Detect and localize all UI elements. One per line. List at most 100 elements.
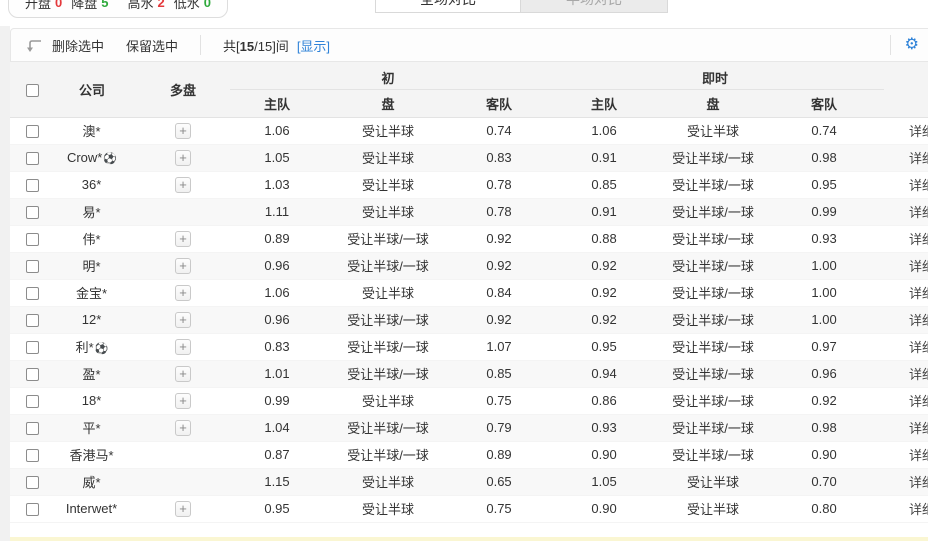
- expand-button[interactable]: +: [175, 123, 191, 139]
- detail-link[interactable]: 详细: [909, 394, 928, 409]
- company-name: 威*: [82, 475, 100, 490]
- live-handicap: 受让半球/一球: [662, 279, 764, 306]
- live-handicap: 受让半球: [662, 117, 764, 144]
- detail-link[interactable]: 详细: [909, 178, 928, 193]
- open-home-odds: 1.01: [230, 360, 324, 387]
- row-checkbox[interactable]: [26, 287, 39, 300]
- detail-link[interactable]: 详细: [909, 151, 928, 166]
- open-away-odds: 0.75: [452, 495, 546, 522]
- expand-button[interactable]: +: [175, 393, 191, 409]
- delete-selected-button[interactable]: 删除选中: [52, 36, 104, 55]
- row-checkbox[interactable]: [26, 152, 39, 165]
- detail-link[interactable]: 详细: [909, 232, 928, 247]
- expand-button[interactable]: +: [175, 231, 191, 247]
- open-handicap: 受让半球: [324, 171, 452, 198]
- expand-button[interactable]: +: [175, 258, 191, 274]
- live-away-odds: 0.98: [764, 144, 884, 171]
- expand-button[interactable]: +: [175, 312, 191, 328]
- expand-button[interactable]: +: [175, 366, 191, 382]
- detail-link[interactable]: 详细: [909, 421, 928, 436]
- live-home-odds: 0.93: [546, 414, 662, 441]
- table-row: 威* 1.15 受让半球 0.65 1.05 受让半球 0.70 详细: [10, 468, 928, 495]
- company-name: 香港马*: [69, 448, 113, 463]
- detail-link[interactable]: 详细: [909, 340, 928, 355]
- row-checkbox[interactable]: [26, 476, 39, 489]
- live-handicap: 受让半球/一球: [662, 144, 764, 171]
- live-away-odds: 0.98: [764, 414, 884, 441]
- row-checkbox[interactable]: [26, 395, 39, 408]
- detail-link[interactable]: 详细: [909, 475, 928, 490]
- toolbar-divider: [200, 35, 201, 55]
- stat-value: 0: [204, 0, 211, 10]
- live-home-odds: 0.86: [546, 387, 662, 414]
- settings-gear-icon[interactable]: ⚙: [905, 37, 919, 53]
- open-away-odds: 0.92: [452, 225, 546, 252]
- tab-full-match-compare[interactable]: 全场对比: [375, 0, 520, 13]
- live-away-odds: 0.90: [764, 441, 884, 468]
- open-handicap: 受让半球: [324, 387, 452, 414]
- live-away-odds: 1.00: [764, 306, 884, 333]
- open-home-odds: 1.06: [230, 117, 324, 144]
- table-row: 易* 1.11 受让半球 0.78 0.91 受让半球/一球 0.99 详细: [10, 198, 928, 225]
- row-checkbox[interactable]: [26, 341, 39, 354]
- open-home-odds: 1.15: [230, 468, 324, 495]
- header-open-home: 主队: [230, 89, 324, 117]
- keep-selected-button[interactable]: 保留选中: [126, 36, 178, 55]
- open-handicap: 受让半球: [324, 117, 452, 144]
- expand-button[interactable]: +: [175, 150, 191, 166]
- company-name: 18*: [82, 393, 102, 408]
- expand-button[interactable]: +: [175, 177, 191, 193]
- row-checkbox[interactable]: [26, 422, 39, 435]
- table-row: 伟* + 0.89 受让半球/一球 0.92 0.88 受让半球/一球 0.93…: [10, 225, 928, 252]
- row-checkbox[interactable]: [26, 260, 39, 273]
- tab-half-match-compare[interactable]: 半场对比: [520, 0, 668, 13]
- detail-link[interactable]: 详细: [909, 367, 928, 382]
- open-handicap: 受让半球/一球: [324, 225, 452, 252]
- header-multi: 多盘: [136, 62, 230, 117]
- live-away-odds: 0.74: [764, 117, 884, 144]
- live-home-odds: 0.90: [546, 495, 662, 522]
- live-home-odds: 1.06: [546, 117, 662, 144]
- detail-link[interactable]: 详细: [909, 124, 928, 139]
- row-checkbox[interactable]: [26, 206, 39, 219]
- header-live-away: 客队: [764, 89, 884, 117]
- row-checkbox[interactable]: [26, 179, 39, 192]
- select-all-checkbox[interactable]: [26, 84, 39, 97]
- row-checkbox[interactable]: [26, 233, 39, 246]
- detail-link[interactable]: 详细: [909, 313, 928, 328]
- detail-link[interactable]: 详细: [909, 259, 928, 274]
- table-row: 盈* + 1.01 受让半球/一球 0.85 0.94 受让半球/一球 0.96…: [10, 360, 928, 387]
- expand-button[interactable]: +: [175, 501, 191, 517]
- row-checkbox[interactable]: [26, 125, 39, 138]
- live-away-odds: 0.92: [764, 387, 884, 414]
- live-handicap: 受让半球/一球: [662, 387, 764, 414]
- table-row: 12* + 0.96 受让半球/一球 0.92 0.92 受让半球/一球 1.0…: [10, 306, 928, 333]
- live-away-odds: 0.99: [764, 198, 884, 225]
- company-name: 盈*: [82, 367, 100, 382]
- row-checkbox[interactable]: [26, 503, 39, 516]
- row-checkbox[interactable]: [26, 449, 39, 462]
- table-row: 澳* + 1.06 受让半球 0.74 1.06 受让半球 0.74 详细: [10, 117, 928, 144]
- live-handicap: 受让半球/一球: [662, 225, 764, 252]
- stat-label: 升盘: [25, 0, 51, 12]
- detail-link[interactable]: 详细: [909, 448, 928, 463]
- open-away-odds: 0.78: [452, 171, 546, 198]
- live-home-odds: 0.91: [546, 144, 662, 171]
- company-name: 易*: [82, 205, 100, 220]
- open-handicap: 受让半球/一球: [324, 306, 452, 333]
- expand-button[interactable]: +: [175, 420, 191, 436]
- row-checkbox[interactable]: [26, 368, 39, 381]
- open-away-odds: 0.79: [452, 414, 546, 441]
- detail-link[interactable]: 详细: [909, 502, 928, 517]
- live-handicap: 受让半球/一球: [662, 360, 764, 387]
- live-home-odds: 0.91: [546, 198, 662, 225]
- detail-link[interactable]: 详细: [909, 205, 928, 220]
- expand-button[interactable]: +: [175, 339, 191, 355]
- detail-link[interactable]: 详细: [909, 286, 928, 301]
- row-checkbox[interactable]: [26, 314, 39, 327]
- match-period-tabs: 全场对比 半场对比: [375, 0, 668, 13]
- show-link[interactable]: [显示]: [297, 36, 330, 55]
- open-home-odds: 0.89: [230, 225, 324, 252]
- open-home-odds: 0.95: [230, 495, 324, 522]
- expand-button[interactable]: +: [175, 285, 191, 301]
